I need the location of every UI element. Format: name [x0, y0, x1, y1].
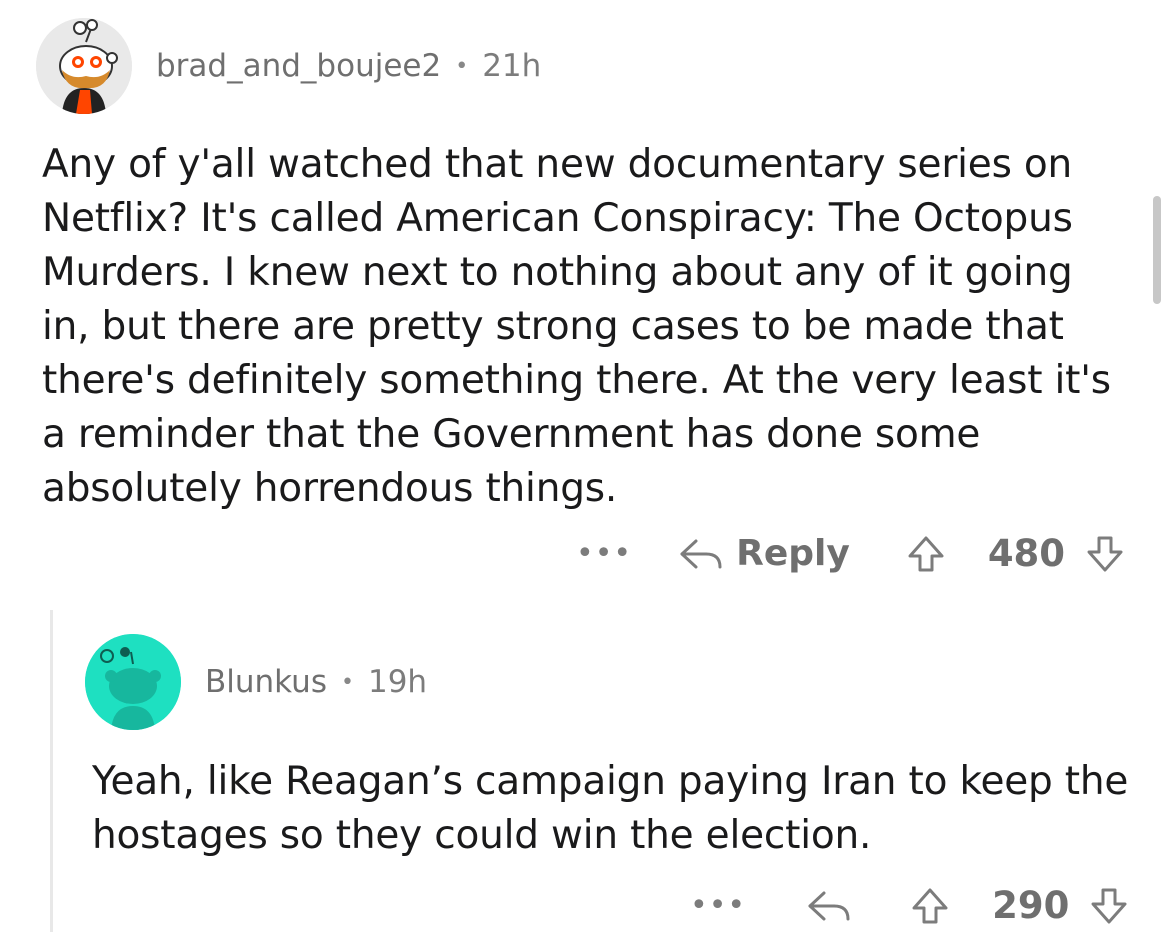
more-options-button[interactable]: ••• — [576, 536, 632, 571]
downvote-icon[interactable] — [1089, 886, 1129, 926]
upvote-icon[interactable] — [910, 886, 950, 926]
avatar[interactable] — [36, 18, 132, 114]
username[interactable]: brad_and_boujee2 — [156, 48, 441, 84]
upvote-icon[interactable] — [906, 534, 946, 574]
vote-score: 290 — [992, 884, 1070, 927]
comment-actions: ••• Reply 480 — [576, 532, 1125, 575]
comment-actions: ••• 290 — [690, 884, 1129, 927]
comment-meta: Blunkus • 19h — [205, 664, 427, 700]
reply-arrow-icon — [680, 539, 722, 568]
reply-arrow-icon[interactable] — [804, 889, 854, 923]
snoo-avatar-icon — [36, 18, 132, 114]
avatar[interactable] — [85, 634, 181, 730]
meta-separator: • — [455, 53, 469, 79]
more-options-button[interactable]: ••• — [690, 888, 746, 923]
reply-button[interactable]: Reply — [676, 533, 850, 574]
downvote-icon[interactable] — [1085, 534, 1125, 574]
scrollbar-thumb[interactable] — [1153, 196, 1161, 304]
comment-body: Yeah, like Reagan’s campaign paying Iran… — [92, 759, 1129, 858]
comment-age: 19h — [367, 664, 428, 700]
comment-age: 21h — [482, 48, 542, 84]
meta-separator: • — [340, 669, 354, 695]
snoo-avatar-icon — [85, 634, 181, 730]
username[interactable]: Blunkus — [205, 664, 327, 700]
thread-line[interactable] — [50, 610, 53, 932]
reply-label: Reply — [736, 533, 850, 574]
comment-body: Any of y'all watched that new documentar… — [42, 142, 1111, 511]
comment-meta: brad_and_boujee2 • 21h — [156, 48, 541, 84]
vote-score: 480 — [987, 532, 1066, 575]
